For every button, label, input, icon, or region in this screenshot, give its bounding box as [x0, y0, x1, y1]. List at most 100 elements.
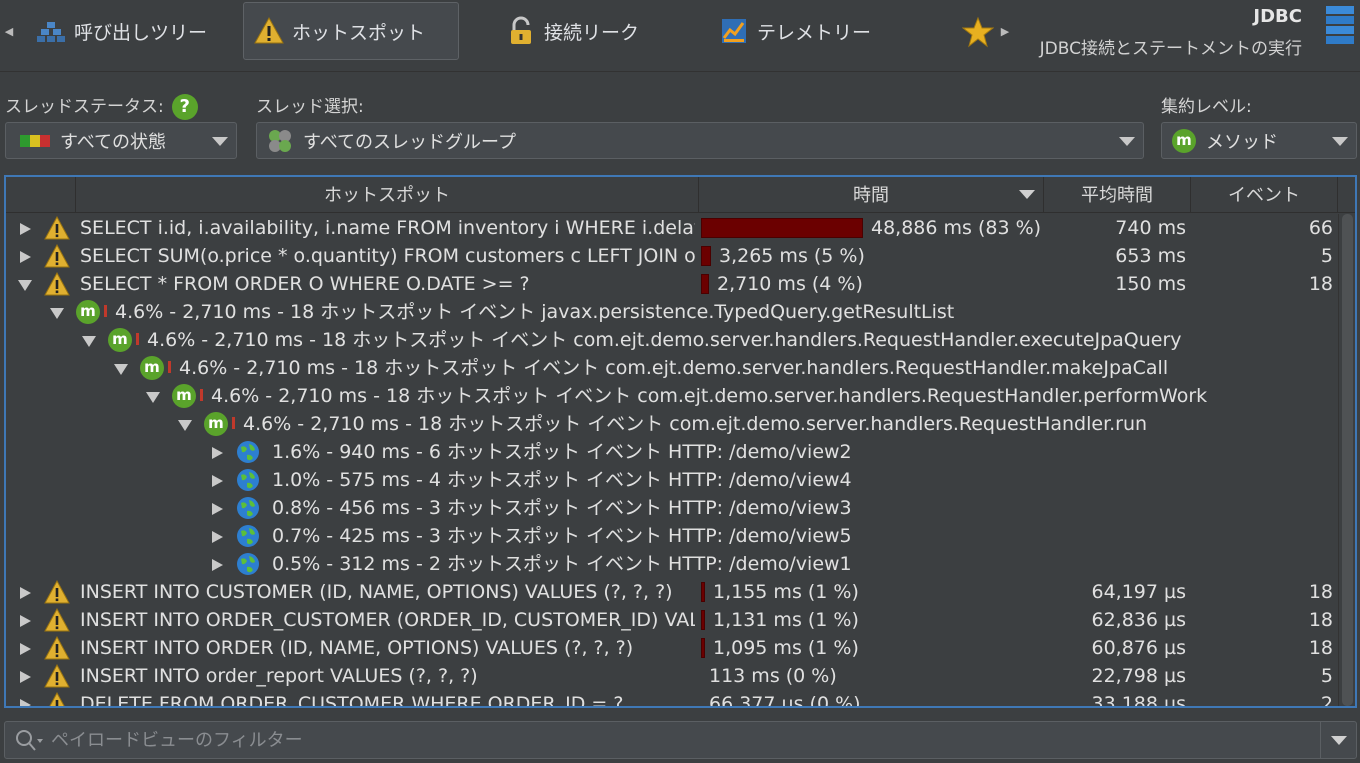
telemetry-icon: [719, 16, 749, 46]
method-icon: m: [204, 412, 228, 436]
filter-input[interactable]: [49, 726, 1289, 754]
tab-telemetry[interactable]: テレメトリー: [709, 2, 881, 60]
hotspot-text: 1.6% - 940 ms - 6 ホットスポット イベント HTTP: /de…: [272, 441, 852, 463]
table-row[interactable]: m 4.6% - 2,710 ms - 18 ホットスポット イベント com.e…: [6, 354, 1338, 382]
avg-time-value: 150 ms: [1115, 273, 1186, 295]
hotspot-marker-icon: [104, 305, 107, 317]
hotspot-text: INSERT INTO ORDER (ID, NAME, OPTIONS) VA…: [80, 637, 634, 659]
avg-time-value: 60,876 µs: [1091, 637, 1186, 659]
table-row[interactable]: INSERT INTO ORDER (ID, NAME, OPTIONS) VA…: [6, 634, 1338, 662]
expand-triangle-icon[interactable]: [20, 223, 31, 235]
table-row[interactable]: 0.5% - 312 ms - 2 ホットスポット イベント HTTP: /de…: [6, 550, 1338, 578]
scroll-right-arrow-icon[interactable]: ▶: [999, 22, 1011, 42]
probe-title: JDBC: [1253, 6, 1302, 27]
time-value: 2,710 ms (4 %): [717, 273, 863, 295]
tab-hotspots[interactable]: ホットスポット: [243, 2, 459, 60]
hotspot-text: INSERT INTO CUSTOMER (ID, NAME, OPTIONS)…: [80, 581, 673, 603]
table-row[interactable]: 0.7% - 425 ms - 3 ホットスポット イベント HTTP: /de…: [6, 522, 1338, 550]
expand-triangle-icon[interactable]: [212, 475, 223, 487]
table-row[interactable]: m 4.6% - 2,710 ms - 18 ホットスポット イベント com.e…: [6, 410, 1338, 438]
table-row[interactable]: SELECT i.id, i.availability, i.name FROM…: [6, 214, 1338, 242]
hotspot-marker-icon: [168, 361, 171, 373]
url-globe-icon: [237, 553, 259, 575]
method-icon: m: [76, 300, 100, 324]
collapse-triangle-icon[interactable]: [82, 336, 96, 347]
url-globe-icon: [237, 441, 259, 463]
table-row[interactable]: m 4.6% - 2,710 ms - 18 ホットスポット イベント javax…: [6, 298, 1338, 326]
table-row[interactable]: DELETE FROM ORDER_CUSTOMER WHERE ORDER_I…: [6, 690, 1338, 708]
warning-icon: [44, 608, 70, 632]
table-row[interactable]: m 4.6% - 2,710 ms - 18 ホットスポット イベント com.e…: [6, 382, 1338, 410]
expand-triangle-icon[interactable]: [212, 531, 223, 543]
expand-triangle-icon[interactable]: [212, 447, 223, 459]
expand-triangle-icon[interactable]: [20, 251, 31, 263]
thread-status-label: スレッドステータス:?: [5, 92, 198, 120]
expand-triangle-icon[interactable]: [20, 587, 31, 599]
table-row[interactable]: INSERT INTO order_report VALUES (?, ?, ?…: [6, 662, 1338, 690]
hotspot-text: 0.5% - 312 ms - 2 ホットスポット イベント HTTP: /de…: [272, 553, 852, 575]
event-count: 5: [1320, 245, 1333, 267]
expand-triangle-icon[interactable]: [20, 643, 31, 655]
column-header-hotspot[interactable]: ホットスポット: [76, 177, 699, 213]
chevron-down-icon: [1332, 137, 1348, 146]
thread-group-icon: [267, 128, 293, 154]
aggregation-combo[interactable]: m メソッド: [1161, 122, 1357, 159]
chevron-down-icon: [212, 137, 228, 146]
hotspot-text: 4.6% - 2,710 ms - 18 ホットスポット イベント javax.…: [115, 301, 955, 323]
table-row[interactable]: 1.6% - 940 ms - 6 ホットスポット イベント HTTP: /de…: [6, 438, 1338, 466]
warning-icon: [44, 216, 70, 240]
scrollbar-thumb[interactable]: [1342, 214, 1353, 706]
event-count: 5: [1320, 665, 1333, 687]
collapse-triangle-icon[interactable]: [146, 392, 160, 403]
event-count: 18: [1308, 581, 1333, 603]
table-row[interactable]: 0.8% - 456 ms - 3 ホットスポット イベント HTTP: /de…: [6, 494, 1338, 522]
aggregation-label: 集約レベル:: [1161, 97, 1252, 117]
expand-triangle-icon[interactable]: [212, 503, 223, 515]
tab-connection-leaks[interactable]: 接続リーク: [496, 2, 649, 60]
column-header-time[interactable]: 時間: [699, 177, 1044, 213]
probe-subtitle: JDBC接続とステートメントの実行: [1039, 39, 1302, 59]
hotspot-text: 0.7% - 425 ms - 3 ホットスポット イベント HTTP: /de…: [272, 525, 852, 547]
tab-call-tree[interactable]: 呼び出しツリー: [26, 2, 217, 60]
collapse-triangle-icon[interactable]: [18, 280, 32, 291]
search-icon[interactable]: [15, 729, 45, 753]
time-value: 1,155 ms (1 %): [713, 581, 859, 603]
hotspot-marker-icon: [200, 389, 203, 401]
collapse-triangle-icon[interactable]: [178, 420, 192, 431]
table-row[interactable]: INSERT INTO ORDER_CUSTOMER (ORDER_ID, CU…: [6, 606, 1338, 634]
warning-icon: [44, 664, 70, 688]
thread-status-label-text: スレッドステータス:: [5, 97, 164, 117]
sort-descending-icon: [1019, 190, 1035, 199]
url-globe-icon: [237, 497, 259, 519]
expand-triangle-icon[interactable]: [20, 615, 31, 627]
filter-history-dropdown[interactable]: [1320, 722, 1356, 758]
tab-label: ホットスポット: [292, 21, 426, 44]
vertical-scrollbar[interactable]: [1338, 214, 1355, 706]
expand-triangle-icon[interactable]: [20, 671, 31, 683]
table-row[interactable]: INSERT INTO CUSTOMER (ID, NAME, OPTIONS)…: [6, 578, 1338, 606]
collapse-triangle-icon[interactable]: [50, 308, 64, 319]
avg-time-value: 64,197 µs: [1091, 581, 1186, 603]
hotspot-table[interactable]: ホットスポット 時間 平均時間 イベント SELECT i.id, i.avai…: [4, 175, 1357, 708]
thread-select-combo[interactable]: すべてのスレッドグループ: [256, 122, 1144, 159]
column-header-avg-time[interactable]: 平均時間: [1044, 177, 1191, 213]
table-row[interactable]: 1.0% - 575 ms - 4 ホットスポット イベント HTTP: /de…: [6, 466, 1338, 494]
table-row[interactable]: m 4.6% - 2,710 ms - 18 ホットスポット イベント com.e…: [6, 326, 1338, 354]
time-value: 3,265 ms (5 %): [719, 245, 865, 267]
hotspot-text: SELECT SUM(o.price * o.quantity) FROM cu…: [80, 245, 695, 267]
collapse-triangle-icon[interactable]: [114, 364, 128, 375]
table-row[interactable]: SELECT SUM(o.price * o.quantity) FROM cu…: [6, 242, 1338, 270]
avg-time-value: 740 ms: [1115, 217, 1186, 239]
column-header-events[interactable]: イベント: [1191, 177, 1338, 213]
thread-select-value: すべてのスレッドグループ: [303, 131, 516, 153]
star-icon[interactable]: [961, 16, 995, 48]
thread-status-combo[interactable]: すべての状態: [5, 122, 237, 159]
table-row[interactable]: SELECT * FROM ORDER O WHERE O.DATE >= ? 2…: [6, 270, 1338, 298]
time-value: 66,377 µs (0 %): [709, 693, 861, 708]
help-icon[interactable]: ?: [171, 94, 198, 120]
method-icon: m: [140, 356, 164, 380]
hotspot-text: 4.6% - 2,710 ms - 18 ホットスポット イベント com.ej…: [243, 413, 1148, 435]
expand-triangle-icon[interactable]: [212, 559, 223, 571]
expand-triangle-icon[interactable]: [20, 699, 31, 706]
scroll-left-arrow-icon[interactable]: ◀: [3, 22, 15, 42]
